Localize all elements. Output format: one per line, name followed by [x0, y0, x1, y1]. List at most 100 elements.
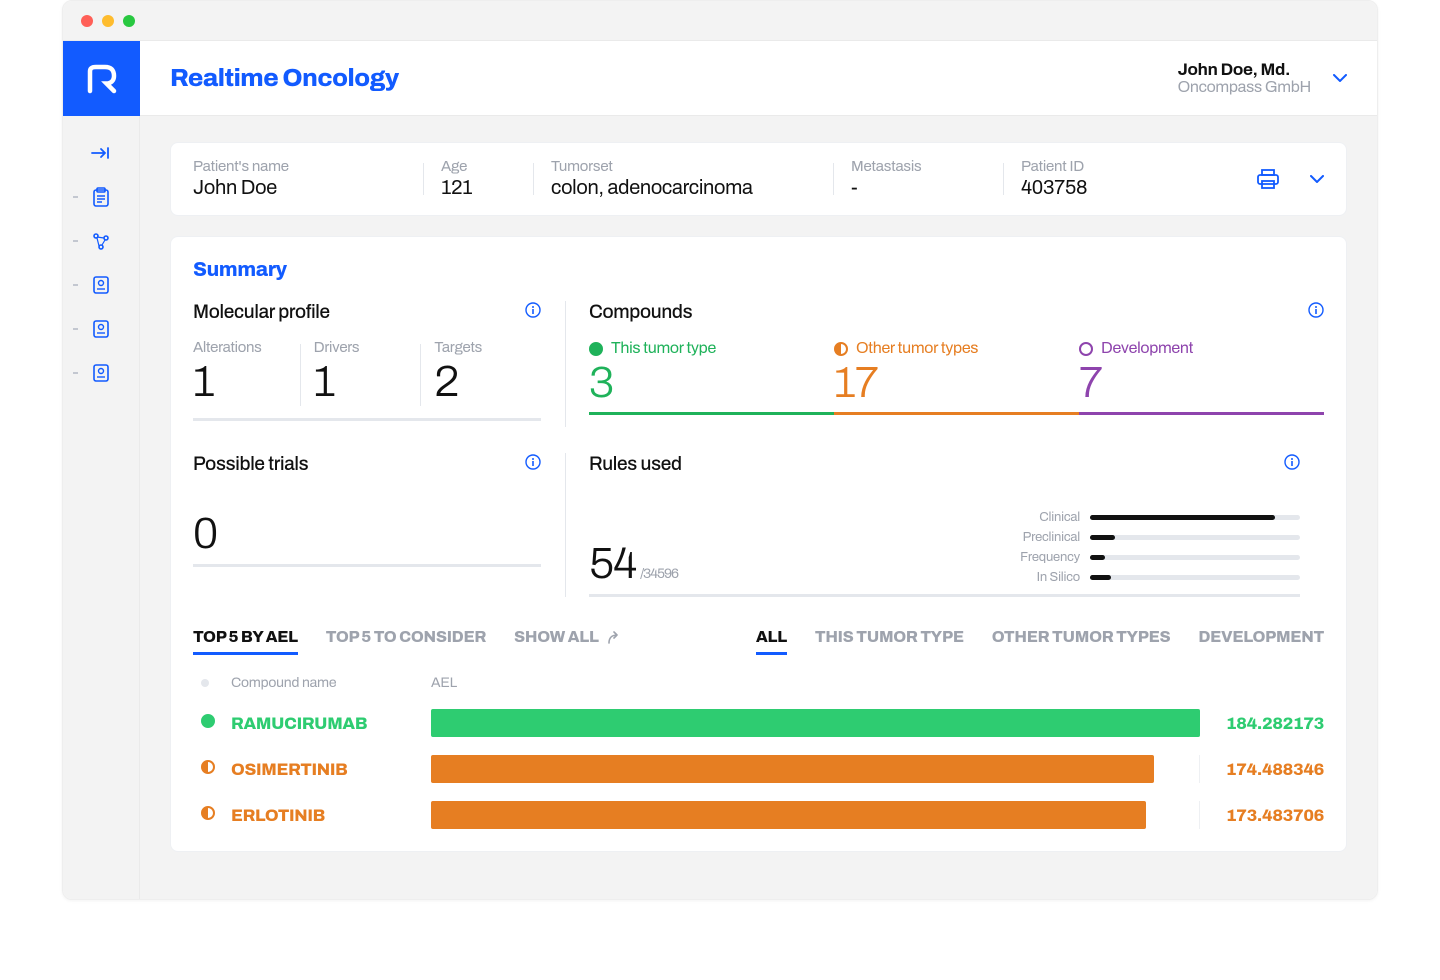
- sidebar-item-network[interactable]: [90, 230, 112, 252]
- collapse-sidebar-button[interactable]: [90, 142, 112, 164]
- info-icon: [525, 302, 541, 318]
- preclinical-label: Preclinical: [1000, 530, 1080, 544]
- report-icon: [92, 363, 110, 383]
- frequency-label: Frequency: [1000, 550, 1080, 564]
- sidebar-item-report-a[interactable]: [90, 274, 112, 296]
- window-titlebar: [63, 1, 1377, 41]
- drivers-label: Drivers: [314, 340, 421, 356]
- molecular-profile-title: Molecular profile: [193, 301, 330, 322]
- column-ael: AEL: [431, 675, 457, 690]
- info-icon: [1308, 302, 1324, 318]
- targets-value: 2: [434, 358, 541, 406]
- drivers-value: 1: [314, 358, 421, 406]
- development-value: 7: [1079, 359, 1324, 407]
- targets-label: Targets: [434, 340, 541, 356]
- this-tumor-label: This tumor type: [611, 340, 716, 357]
- logo-icon: [84, 61, 120, 97]
- info-icon: [1284, 454, 1300, 470]
- user-org: Oncompass GmbH: [1178, 79, 1311, 96]
- dot-half-icon: [201, 760, 215, 774]
- top-bar: Realtime Oncology John Doe, Md. Oncompas…: [140, 41, 1377, 116]
- clinical-label: Clinical: [1000, 510, 1080, 524]
- user-menu[interactable]: John Doe, Md. Oncompass GmbH: [1178, 60, 1347, 96]
- dot-filled-icon: [589, 342, 603, 356]
- patient-header-card: Patient's name John Doe Age 121 Tumorset…: [170, 142, 1347, 216]
- dot-icon: [201, 679, 209, 687]
- possible-trials-title: Possible trials: [193, 453, 308, 474]
- ael-bar: [431, 801, 1146, 829]
- metastasis-value: -: [851, 177, 985, 199]
- tab-top5-ael[interactable]: TOP 5 BY AEL: [193, 629, 298, 654]
- sidebar-item-patients[interactable]: [90, 186, 112, 208]
- patient-id-label: Patient ID: [1021, 159, 1135, 175]
- app-window: Realtime Oncology John Doe, Md. Oncompas…: [62, 0, 1378, 900]
- minimize-window-button[interactable]: [102, 15, 114, 27]
- dot-half-icon: [834, 342, 848, 356]
- clipboard-icon: [92, 187, 110, 207]
- rules-denom: /34596: [640, 566, 678, 581]
- possible-trials-info-button[interactable]: [525, 454, 541, 474]
- sidebar: [63, 41, 140, 899]
- filter-other-tumor[interactable]: OTHER TUMOR TYPES: [992, 629, 1171, 654]
- report-icon: [92, 319, 110, 339]
- clinical-bar: [1090, 515, 1275, 520]
- table-row[interactable]: OSIMERTINIB 174.488346: [193, 755, 1324, 783]
- table-row[interactable]: ERLOTINIB 173.483706: [193, 801, 1324, 829]
- app-logo[interactable]: [63, 41, 140, 116]
- other-tumor-label: Other tumor types: [856, 340, 978, 357]
- filter-development[interactable]: DEVELOPMENT: [1198, 629, 1324, 654]
- rules-used-info-button[interactable]: [1284, 454, 1300, 474]
- chevron-down-icon: [1333, 74, 1347, 82]
- this-tumor-value: 3: [589, 359, 834, 407]
- print-icon: [1256, 168, 1280, 190]
- app-title: Realtime Oncology: [170, 65, 399, 92]
- patient-name-label: Patient's name: [193, 159, 405, 175]
- user-name: John Doe, Md.: [1178, 60, 1311, 79]
- patient-age-label: Age: [441, 159, 515, 175]
- dot-filled-icon: [201, 714, 215, 728]
- rules-used-title: Rules used: [589, 453, 682, 474]
- compound-name: RAMUCIRUMAB: [231, 714, 431, 733]
- frequency-bar: [1090, 555, 1105, 560]
- alterations-label: Alterations: [193, 340, 300, 356]
- network-icon: [92, 232, 110, 250]
- compounds-info-button[interactable]: [1308, 302, 1324, 322]
- print-button[interactable]: [1256, 168, 1280, 190]
- maximize-window-button[interactable]: [123, 15, 135, 27]
- tumorset-value: colon, adenocarcinoma: [551, 177, 815, 199]
- possible-trials-value: 0: [193, 510, 541, 567]
- sidebar-item-report-b[interactable]: [90, 318, 112, 340]
- close-window-button[interactable]: [81, 15, 93, 27]
- rules-bar-chart: Clinical Preclinical Frequency In Silico: [1000, 510, 1300, 588]
- other-tumor-value: 17: [834, 359, 1079, 407]
- expand-patient-button[interactable]: [1310, 175, 1324, 183]
- ael-value: 174.488346: [1214, 760, 1324, 779]
- filter-all[interactable]: ALL: [756, 629, 787, 654]
- summary-card: Summary Molecular profile A: [170, 236, 1347, 852]
- table-header: Compound name AEL: [193, 674, 1324, 691]
- chevron-down-icon: [1310, 175, 1324, 183]
- compound-name: ERLOTINIB: [231, 806, 431, 825]
- ael-value: 173.483706: [1214, 806, 1324, 825]
- ael-bar: [431, 709, 1200, 737]
- table-row[interactable]: RAMUCIRUMAB 184.282173: [193, 709, 1324, 737]
- compound-name: OSIMERTINIB: [231, 760, 431, 779]
- tumorset-label: Tumorset: [551, 159, 815, 175]
- metastasis-label: Metastasis: [851, 159, 985, 175]
- tab-top5-consider[interactable]: TOP 5 TO CONSIDER: [326, 629, 486, 654]
- info-icon: [525, 454, 541, 470]
- report-icon: [92, 275, 110, 295]
- molecular-profile-info-button[interactable]: [525, 302, 541, 322]
- compounds-title: Compounds: [589, 301, 692, 322]
- insilico-bar: [1090, 575, 1111, 580]
- share-icon: [607, 631, 623, 645]
- filter-this-tumor[interactable]: THIS TUMOR TYPE: [815, 629, 964, 654]
- tab-show-all[interactable]: SHOW ALL: [514, 629, 623, 654]
- rules-value: 54: [589, 540, 636, 588]
- summary-title: Summary: [193, 259, 1324, 281]
- dot-half-icon: [201, 806, 215, 820]
- dot-empty-icon: [1079, 342, 1093, 356]
- alterations-value: 1: [193, 358, 300, 406]
- sidebar-item-report-c[interactable]: [90, 362, 112, 384]
- insilico-label: In Silico: [1000, 570, 1080, 584]
